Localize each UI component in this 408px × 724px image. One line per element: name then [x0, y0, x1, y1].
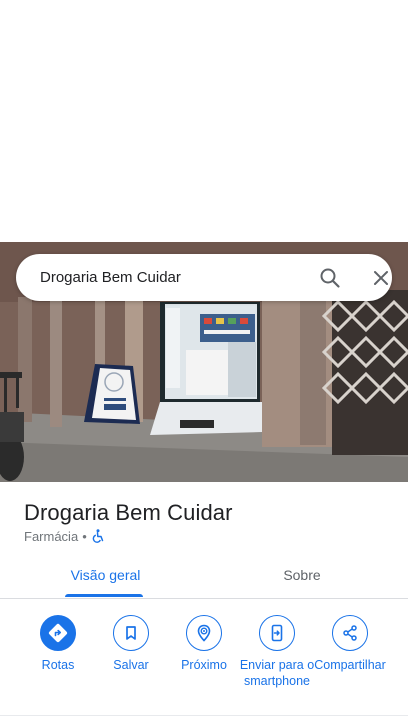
search-input[interactable]: Drogaria Bem Cuidar: [40, 254, 181, 301]
save-label: Salvar: [113, 658, 149, 672]
meta-separator: •: [82, 528, 87, 544]
share-label: Compartilhar: [314, 658, 386, 672]
send-to-phone-button[interactable]: Enviar para o smartphone: [239, 615, 315, 689]
share-button[interactable]: Compartilhar: [312, 615, 388, 673]
wheelchair-accessible-icon: [91, 529, 105, 543]
directions-label: Rotas: [41, 658, 75, 672]
nearby-icon[interactable]: [186, 615, 222, 651]
bookmark-icon[interactable]: [113, 615, 149, 651]
nearby-label: Próximo: [181, 658, 227, 672]
share-icon[interactable]: [332, 615, 368, 651]
tab-overview[interactable]: Visão geral: [49, 552, 162, 598]
place-meta: Farmácia •: [24, 528, 105, 544]
tab-about[interactable]: Sobre: [254, 552, 350, 598]
place-title: Drogaria Bem Cuidar: [24, 500, 233, 525]
send-to-phone-icon[interactable]: [259, 615, 295, 651]
directions-icon[interactable]: [40, 615, 76, 651]
section-divider: [0, 715, 408, 716]
place-category: Farmácia: [24, 528, 79, 544]
place-tabs: Visão geral Sobre: [0, 552, 408, 599]
directions-button[interactable]: Rotas: [20, 615, 96, 673]
save-button[interactable]: Salvar: [93, 615, 169, 673]
send-to-phone-label: Enviar para o smartphone: [239, 658, 315, 688]
close-icon[interactable]: [369, 266, 393, 290]
active-tab-indicator: [65, 594, 143, 597]
nearby-button[interactable]: Próximo: [166, 615, 242, 673]
search-icon[interactable]: [318, 266, 342, 290]
map-blank-area: [0, 0, 408, 242]
search-bar[interactable]: Drogaria Bem Cuidar: [16, 254, 392, 301]
